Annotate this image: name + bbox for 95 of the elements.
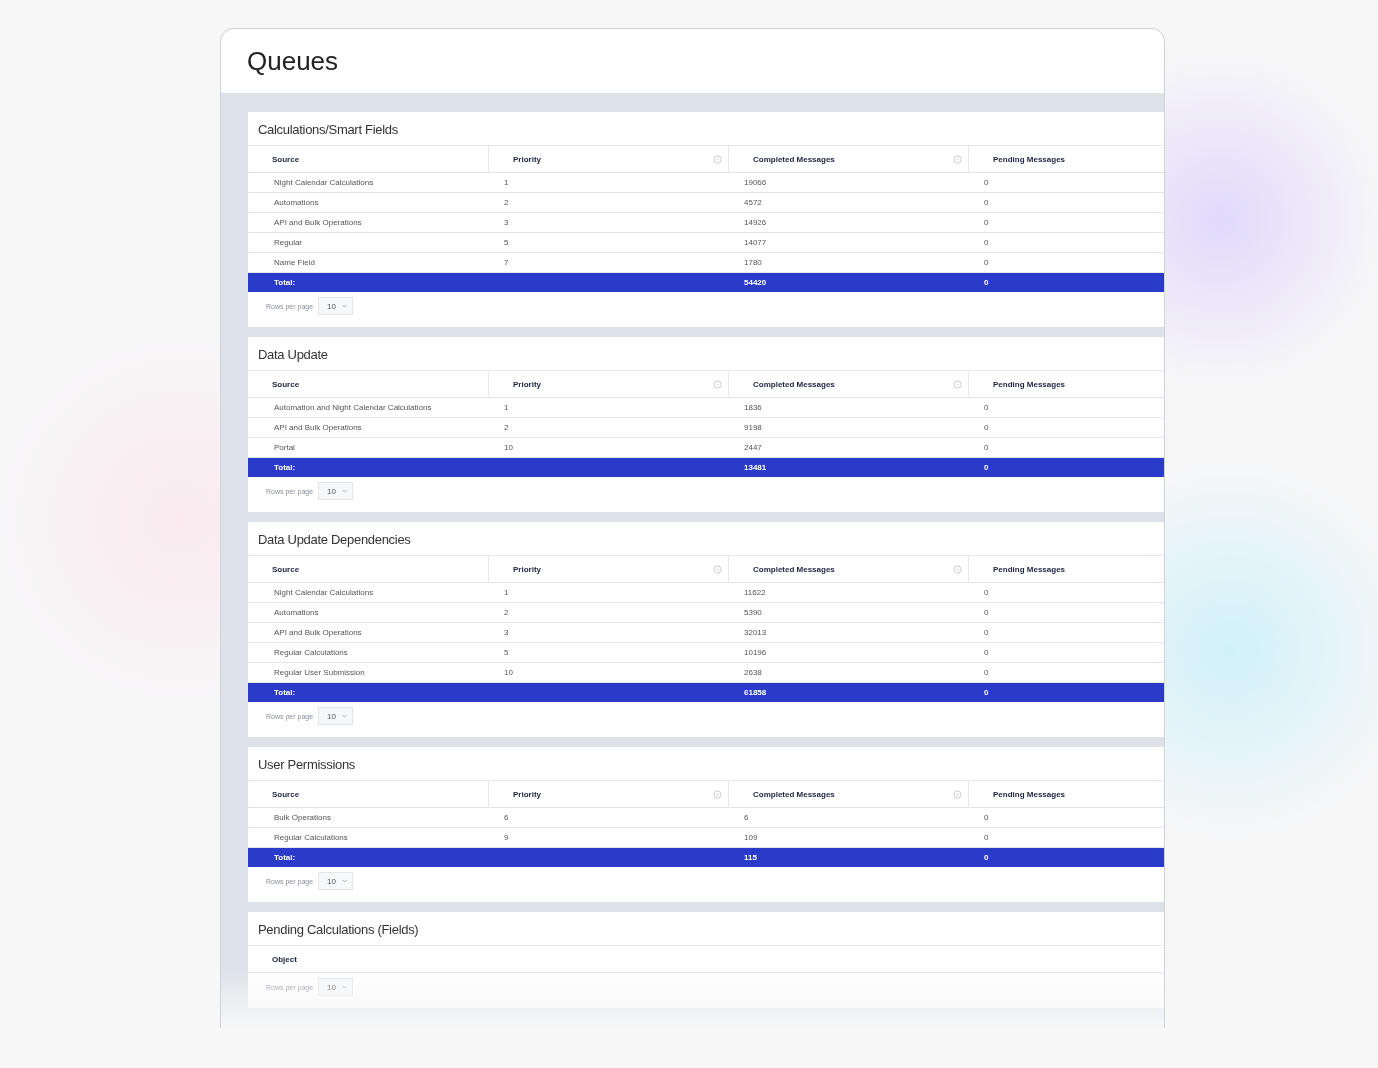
table-cell: 0 [968,173,1164,193]
table-cell: 0 [968,623,1164,643]
table-cell: 1836 [728,398,968,418]
total-cell-text: 61858 [743,687,768,699]
column-header[interactable]: Priority [488,781,728,808]
info-icon[interactable] [953,379,962,389]
info-icon[interactable] [713,379,722,389]
info-icon[interactable] [953,564,962,574]
table-cell: 5 [488,233,728,253]
rows-per-page-select[interactable]: 10 [318,482,353,500]
panel-title: Calculations/Smart Fields [257,121,399,139]
table-cell: 9198 [728,418,968,438]
column-header[interactable]: Pending Messages [968,781,1164,808]
rows-per-page-select[interactable]: 10 [318,297,353,315]
table-cell: 3 [488,213,728,233]
total-cell-text: 0 [983,687,990,699]
total-label: Total: [273,462,297,474]
table-cell: API and Bulk Operations [248,623,488,643]
caret-icon [342,879,347,883]
table-cell: 1 [488,583,728,603]
table-cell: 14926 [728,213,968,233]
total-label: Total: [273,687,297,699]
column-header[interactable]: Completed Messages [728,371,968,398]
table-cell: Automations [248,603,488,623]
table-cell: Night Calendar Calculations [248,173,488,193]
total-cell-text: 115 [743,852,758,864]
table-cell: Automations [248,193,488,213]
rows-per-page-select[interactable]: 10 [318,707,353,725]
table-cell: 19066 [728,173,968,193]
info-icon[interactable] [713,789,722,799]
column-header[interactable]: Pending Messages [968,371,1164,398]
table-cell: Regular [248,233,488,253]
table-cell: Regular Calculations [248,643,488,663]
table-cell: 6 [488,808,728,828]
table-cell: 0 [968,213,1164,233]
table-cell: 10196 [728,643,968,663]
total-cell-text: 0 [983,462,990,474]
total-label: Total: [273,277,297,289]
table-cell: API and Bulk Operations [248,418,488,438]
panel-title: Data Update [257,346,329,364]
column-header[interactable]: Pending Messages [968,556,1164,583]
column-header[interactable]: Object [248,946,1164,973]
table-cell: 2 [488,603,728,623]
table-cell: Automation and Night Calendar Calculations [248,398,488,418]
panel-title: Pending Calculations (Fields) [257,921,420,939]
rows-per-page-select[interactable]: 10 [318,872,353,890]
panel-title: User Permissions [257,756,357,774]
table-cell: 2 [488,193,728,213]
table-cell: 0 [968,398,1164,418]
table-cell: 1 [488,173,728,193]
column-header[interactable]: Priority [488,146,728,173]
column-header[interactable]: Priority [488,556,728,583]
table-cell: 32013 [728,623,968,643]
table-cell: 0 [968,418,1164,438]
table-cell: 0 [968,583,1164,603]
column-header[interactable]: Source [248,146,488,173]
table-cell: 5 [488,643,728,663]
total-label: Total: [273,852,297,864]
info-icon[interactable] [713,154,722,164]
column-header[interactable]: Source [248,556,488,583]
caret-icon [342,304,347,308]
table-cell: 5390 [728,603,968,623]
caret-icon [342,489,347,493]
info-icon[interactable] [953,789,962,799]
total-cell-text: 0 [983,852,990,864]
table-cell: 3 [488,623,728,643]
table-cell: 4572 [728,193,968,213]
column-header[interactable]: Completed Messages [728,556,968,583]
table-cell: 0 [968,603,1164,623]
total-cell-text: 13481 [743,462,768,474]
table-cell: 2 [488,418,728,438]
total-cell-text: 0 [983,277,990,289]
column-header[interactable]: Pending Messages [968,146,1164,173]
column-header[interactable]: Priority [488,371,728,398]
table-cell: API and Bulk Operations [248,213,488,233]
table-cell: 0 [968,643,1164,663]
table-cell: Bulk Operations [248,808,488,828]
info-icon[interactable] [953,154,962,164]
table-cell: 0 [968,233,1164,253]
table-cell: 11622 [728,583,968,603]
panel-title: Data Update Dependencies [257,531,412,549]
table-cell: 14077 [728,233,968,253]
table-cell: Night Calendar Calculations [248,583,488,603]
table-cell: 0 [968,193,1164,213]
column-header[interactable]: Source [248,371,488,398]
column-header[interactable]: Completed Messages [728,146,968,173]
table-cell: 6 [728,808,968,828]
column-header[interactable]: Source [248,781,488,808]
window-title: Queues [247,45,339,77]
table-cell: 1 [488,398,728,418]
total-cell-text: 54420 [743,277,768,289]
table-cell: 0 [968,808,1164,828]
column-header[interactable]: Completed Messages [728,781,968,808]
info-icon[interactable] [713,564,722,574]
caret-icon [342,714,347,718]
